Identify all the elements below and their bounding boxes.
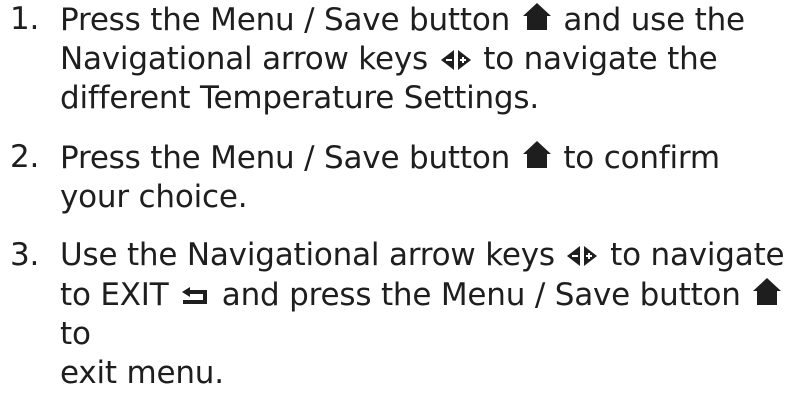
step-1: 1. Press the Menu / Save button and use … (10, 0, 790, 118)
home-icon (752, 277, 782, 307)
step-text-part: to navigate (610, 237, 785, 273)
step-text: Press the Menu / Save button to confirm … (60, 138, 790, 217)
step-3: 3. Use the Navigational arrow keys to na… (10, 236, 790, 393)
step-text-part: different Temperature Settings. (60, 80, 540, 116)
step-text-part: Press the Menu / Save button (60, 140, 511, 176)
step-number: 2. (10, 139, 40, 175)
step-text-part: to (60, 316, 91, 352)
step-text: Press the Menu / Save button and use the… (60, 0, 790, 118)
step-number: 3. (10, 237, 40, 273)
step-number: 1. (10, 1, 40, 37)
step-text-part: and use the (563, 2, 745, 38)
step-text-part: to confirm (563, 140, 720, 176)
step-text-part: your choice. (60, 179, 248, 215)
step-2: 2. Press the Menu / Save button to confi… (10, 138, 790, 217)
home-icon (522, 2, 552, 32)
step-text-part: to navigate the (483, 41, 718, 77)
step-text-part: Press the Menu / Save button (60, 2, 511, 38)
instructions: 1. Press the Menu / Save button and use … (0, 0, 792, 391)
step-text-part: Navigational arrow keys (60, 41, 428, 77)
step-text-part: to EXIT (60, 277, 169, 313)
step-text: Use the Navigational arrow keys to navig… (60, 236, 790, 393)
step-text-part: and press the Menu / Save button (221, 277, 741, 313)
home-icon (522, 140, 552, 170)
step-text-part: Use the Navigational arrow keys (60, 237, 555, 273)
step-text-part: exit menu. (60, 355, 224, 391)
exit-arrow-icon (181, 286, 209, 306)
left-right-arrows-icon (440, 49, 472, 71)
left-right-arrows-icon (566, 245, 598, 267)
